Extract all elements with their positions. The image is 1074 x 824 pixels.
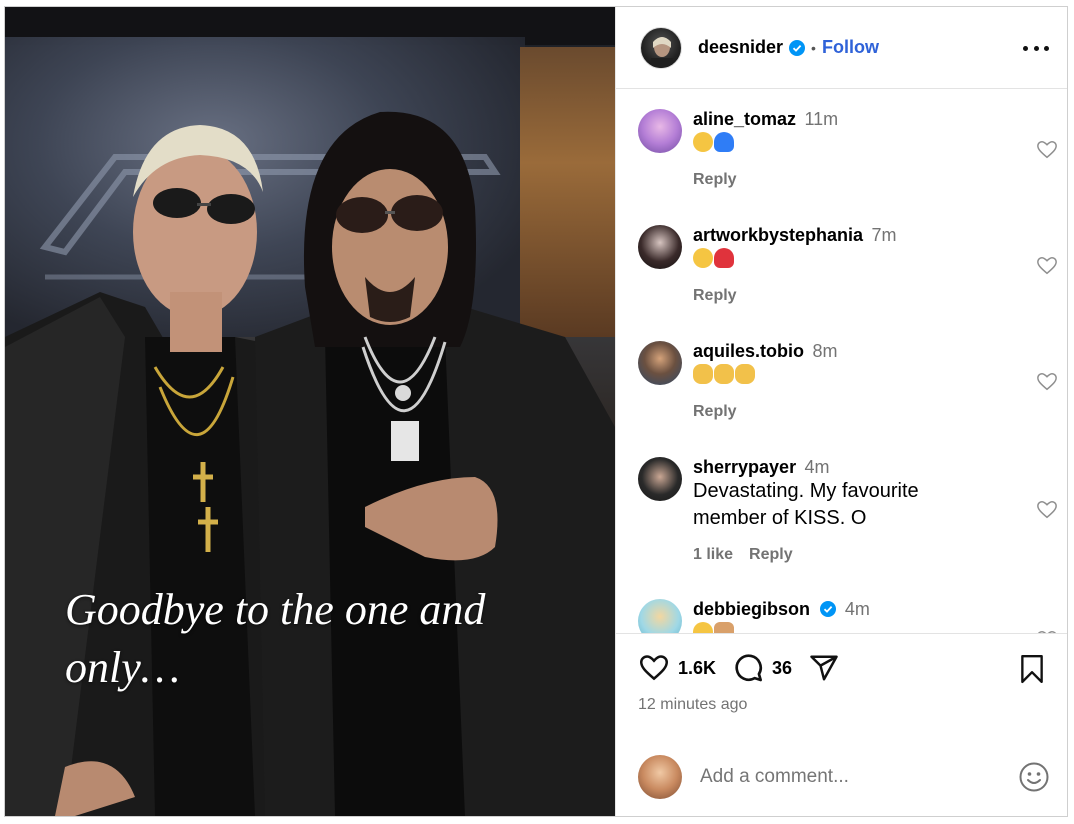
- reply-button[interactable]: Reply: [693, 403, 737, 420]
- author-username[interactable]: deesnider: [698, 37, 783, 58]
- comment-text-line-1: Devastating. My favourite: [693, 480, 919, 502]
- share-send-icon[interactable]: [808, 653, 840, 683]
- comment-text-line-2: member of KISS. O: [693, 507, 867, 529]
- comment-like-heart-icon[interactable]: [1036, 139, 1058, 161]
- reply-button[interactable]: Reply: [693, 171, 737, 188]
- post-frame: Goodbye to the one and only… deesnider •…: [4, 6, 1068, 817]
- add-comment-row: [638, 754, 1050, 800]
- crying-face-icon: [693, 132, 713, 152]
- more-options-icon[interactable]: [1023, 35, 1049, 61]
- verified-badge-icon: [789, 39, 806, 56]
- post-timestamp[interactable]: 12 minutes ago: [638, 696, 747, 714]
- verified-badge-icon: [820, 601, 837, 617]
- clapping-hands-icon: [714, 364, 734, 384]
- caption-line-1: Goodbye to the one and: [65, 585, 486, 634]
- comment-text: [693, 362, 1013, 389]
- blue-heart-icon: [714, 132, 734, 152]
- add-comment-input[interactable]: [700, 766, 990, 788]
- comment-username[interactable]: aline_tomaz: [693, 109, 796, 129]
- commenter-avatar[interactable]: [638, 225, 682, 269]
- comment-time: 4m: [804, 457, 830, 477]
- like-heart-icon[interactable]: [638, 653, 670, 683]
- broken-heart-icon: [714, 248, 734, 268]
- commenter-avatar[interactable]: [638, 341, 682, 385]
- comment-like-heart-icon[interactable]: [1036, 255, 1058, 277]
- like-count[interactable]: 1.6K: [678, 658, 716, 679]
- comment-time: 7m: [871, 225, 897, 245]
- comments-list[interactable]: aline_tomaz 11m Reply artworkbystephania…: [616, 89, 1067, 633]
- rock-hand-icon: [714, 622, 734, 633]
- follow-button[interactable]: Follow: [822, 37, 879, 58]
- commenter-avatar[interactable]: [638, 457, 682, 501]
- emoji-picker-icon[interactable]: [1018, 761, 1050, 793]
- commenter-avatar[interactable]: [638, 109, 682, 153]
- photo-caption: Goodbye to the one and only…: [65, 581, 565, 697]
- save-bookmark-icon[interactable]: [1019, 654, 1045, 684]
- comment-time: 8m: [812, 341, 838, 361]
- current-user-avatar: [638, 755, 682, 799]
- author-avatar[interactable]: [640, 26, 682, 69]
- commenter-avatar[interactable]: [638, 599, 682, 633]
- comment-count[interactable]: 36: [772, 658, 792, 679]
- crying-face-icon: [693, 248, 713, 268]
- reply-button[interactable]: Reply: [693, 287, 737, 304]
- comment-bubble-icon[interactable]: [732, 652, 764, 684]
- author-avatar-image: [651, 36, 673, 68]
- comment-text: [693, 130, 1013, 157]
- comment-username[interactable]: aquiles.tobio: [693, 341, 804, 361]
- comment-username[interactable]: debbiegibson: [693, 599, 810, 619]
- post-actions-section: 1.6K 36 12 minutes ago: [616, 633, 1067, 816]
- comment-text: Devastating. My favourite member of KISS…: [693, 478, 1013, 532]
- comment-like-heart-icon[interactable]: [1036, 371, 1058, 393]
- caption-line-2: only…: [65, 643, 180, 692]
- comment-time: 11m: [804, 109, 839, 129]
- comment-time: 4m: [844, 599, 870, 619]
- post-photo[interactable]: Goodbye to the one and only…: [5, 7, 615, 816]
- comment-text: [693, 620, 1013, 633]
- comment-likes-count[interactable]: 1 like: [693, 546, 733, 563]
- post-header: deesnider • Follow: [616, 7, 1067, 89]
- crying-face-icon: [693, 622, 713, 633]
- comment-text: [693, 246, 1013, 273]
- reply-button[interactable]: Reply: [749, 546, 793, 563]
- comment-username[interactable]: sherrypayer: [693, 457, 796, 477]
- clapping-hands-icon: [735, 364, 755, 384]
- post-actions-row: 1.6K 36: [638, 652, 840, 684]
- header-separator: •: [811, 39, 816, 56]
- clapping-hands-icon: [693, 364, 713, 384]
- comment-like-heart-icon[interactable]: [1036, 499, 1058, 521]
- post-side-panel: deesnider • Follow aline_tomaz 11m Reply…: [615, 7, 1067, 816]
- comment-username[interactable]: artworkbystephania: [693, 225, 863, 245]
